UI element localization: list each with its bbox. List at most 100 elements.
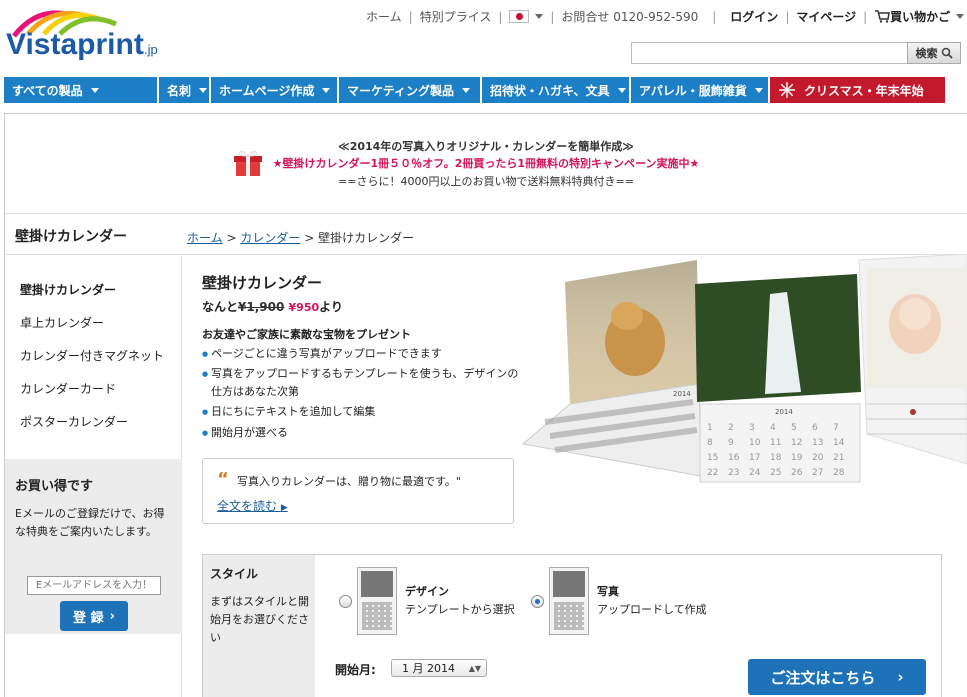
chevron-down-icon xyxy=(617,87,626,93)
sidebar-item-wall-calendar[interactable]: 壁掛けカレンダー xyxy=(20,281,116,298)
nav-marketing[interactable]: マーケティング製品 xyxy=(339,77,480,103)
breadcrumb: ホーム > カレンダー > 壁掛けカレンダー xyxy=(187,229,414,246)
style-desc: まずはスタイルと開始月をお選びください xyxy=(210,595,309,644)
feature-item: ページごとに違う写真がアップロードできます xyxy=(202,345,522,363)
logo-text: Vistaprint xyxy=(6,28,144,61)
breadcrumb-sep: > xyxy=(226,231,237,245)
nav-label: 招待状・ハガキ、文具 xyxy=(490,83,610,98)
palm-tree-icon xyxy=(361,571,393,597)
calendar-day: 25 xyxy=(770,468,781,478)
divider: | xyxy=(863,9,868,24)
radio-design[interactable] xyxy=(339,595,352,608)
japan-flag-icon[interactable] xyxy=(509,10,530,23)
calendar-day: 10 xyxy=(749,438,761,448)
calendar-day: 18 xyxy=(770,453,782,463)
start-month-label: 開始月: xyxy=(335,663,376,677)
calendar-day: 16 xyxy=(728,453,740,463)
register-label: 登 録 xyxy=(73,610,104,626)
email-field[interactable] xyxy=(27,576,161,595)
sidebar-item-calendar-magnet[interactable]: カレンダー付きマグネット xyxy=(20,347,164,364)
top-link-special-price[interactable]: 特別プライス xyxy=(420,8,492,25)
order-button[interactable]: ご注文はこちら › xyxy=(748,659,926,695)
chevron-down-icon[interactable] xyxy=(535,14,544,19)
breadcrumb-current: 壁掛けカレンダー xyxy=(318,231,415,245)
calendar-day: 7 xyxy=(833,423,839,433)
calendar-left: 2014 xyxy=(521,260,702,477)
sidebar-item-desk-calendar[interactable]: 卓上カレンダー xyxy=(20,314,104,331)
calendar-day: 12 xyxy=(791,438,802,448)
start-month-value: 1 月 2014 xyxy=(402,662,455,675)
login-link[interactable]: ログイン xyxy=(730,8,778,25)
deal-text: Eメールのご登録だけで、お得な特典をご案内いたします。 xyxy=(15,507,165,538)
cart-link[interactable]: 買い物かご xyxy=(890,8,950,25)
photo-thumbnail[interactable] xyxy=(549,567,589,635)
nav-apparel[interactable]: アパレル・服飾雑貨 xyxy=(631,77,768,103)
calendar-day: 14 xyxy=(833,438,845,448)
chevron-down-icon[interactable] xyxy=(956,14,965,19)
option-design-desc: テンプレートから選択 xyxy=(405,603,515,616)
breadcrumb-calendar[interactable]: カレンダー xyxy=(240,231,300,245)
features-heading: お友達やご家族に素敵な宝物をプレゼント xyxy=(202,328,411,341)
divider: | xyxy=(498,9,503,24)
vistaprint-logo[interactable]: Vistaprint .jp xyxy=(6,6,166,64)
start-month-select[interactable]: 1 月 2014 ▲▼ xyxy=(391,659,487,677)
price-new: ¥950 xyxy=(288,301,320,314)
cart-icon[interactable] xyxy=(874,10,891,23)
deal-title: お買い得です xyxy=(15,479,94,494)
radio-photo[interactable] xyxy=(531,595,544,608)
register-button[interactable]: 登 録 › xyxy=(60,601,128,631)
deal-box: お買い得です Eメールのご登録だけで、お得な特典をご案内いたします。 登 録 › xyxy=(5,459,182,634)
chevron-down-icon xyxy=(462,87,471,93)
triangle-right-icon: ▶ xyxy=(280,503,288,513)
promo-line-2: ★壁掛けカレンダー1冊５０％オフ。2冊買ったら1冊無料の特別キャンペーン実施中★ xyxy=(272,157,700,170)
product-price: なんと¥1,900 ¥950より xyxy=(202,298,343,315)
option-photo[interactable]: 写真 アップロードして作成 xyxy=(531,567,731,637)
chevron-down-icon xyxy=(199,87,208,93)
nav-website[interactable]: ホームページ作成 xyxy=(211,77,337,103)
search-input[interactable] xyxy=(631,42,907,64)
calendar-day: 21 xyxy=(833,453,844,463)
sidebar: 壁掛けカレンダー 卓上カレンダー カレンダー付きマグネット カレンダーカード ポ… xyxy=(5,256,182,697)
search-button-label: 検索 xyxy=(915,47,938,60)
read-more-link[interactable]: 全文を読む ▶ xyxy=(217,497,288,514)
chevron-right-icon: › xyxy=(109,608,115,624)
mypage-link[interactable]: マイページ xyxy=(796,8,856,25)
divider: | xyxy=(712,9,717,24)
calendar-product-image: 2014 2014 1 2 3 4 5 6 78 9 10 11 12 13 141 xyxy=(521,254,967,483)
page-header: 壁掛けカレンダー ホーム > カレンダー > 壁掛けカレンダー xyxy=(5,215,967,255)
promo-line-3: ==さらに！4000円以上のお買い物で送料無料特典付き== xyxy=(338,175,634,188)
calendar-day: 26 xyxy=(791,468,803,478)
calendar-right xyxy=(858,254,967,465)
feature-text: ページごとに違う写真がアップロードできます xyxy=(211,347,442,360)
price-old: ¥1,900 xyxy=(238,300,285,314)
nav-label: クリスマス・年末年始 xyxy=(804,83,924,98)
nav-christmas[interactable]: クリスマス・年末年始 xyxy=(770,77,945,103)
calendar-day: 9 xyxy=(728,438,734,448)
chevron-down-icon xyxy=(322,87,331,93)
people-icon xyxy=(553,571,585,597)
sidebar-item-calendar-card[interactable]: カレンダーカード xyxy=(20,380,116,397)
promo-banner[interactable]: ≪2014年の写真入りオリジナル・カレンダーを簡単作成≫ ★壁掛けカレンダー1冊… xyxy=(5,114,967,214)
top-link-contact: お問合せ 0120-952-590 xyxy=(561,10,699,24)
nav-label: アパレル・服飾雑貨 xyxy=(639,83,747,98)
sidebar-item-poster-calendar[interactable]: ポスターカレンダー xyxy=(20,413,128,430)
calendar-day: 5 xyxy=(791,423,797,433)
chevron-down-icon xyxy=(754,87,763,93)
chevron-right-icon: › xyxy=(897,668,904,686)
option-design[interactable]: デザイン テンプレートから選択 xyxy=(339,567,529,637)
top-link-home[interactable]: ホーム xyxy=(366,8,402,25)
search-button[interactable]: 検索 xyxy=(907,42,961,64)
calendar-day: 23 xyxy=(728,468,739,478)
calendar-middle: 2014 1 2 3 4 5 6 78 9 10 11 12 13 1415 16 17 18 19 20 2122… xyxy=(695,274,861,483)
nav-all-products[interactable]: すべての製品 xyxy=(4,77,157,103)
breadcrumb-sep: > xyxy=(304,231,315,245)
breadcrumb-home[interactable]: ホーム xyxy=(187,231,223,245)
nav-invitations[interactable]: 招待状・ハガキ、文具 xyxy=(482,77,629,103)
main-nav: すべての製品 名刺 ホームページ作成 マーケティング製品 招待状・ハガキ、文具 … xyxy=(4,77,967,103)
design-thumbnail[interactable] xyxy=(357,567,397,635)
quote-text: 写真入りカレンダーは、贈り物に最適です。" xyxy=(237,475,461,488)
option-photo-desc: アップロードして作成 xyxy=(597,603,707,616)
nav-business-cards[interactable]: 名刺 xyxy=(159,77,209,103)
calendar-year-middle: 2014 xyxy=(775,408,793,416)
option-photo-name: 写真 xyxy=(597,585,619,598)
